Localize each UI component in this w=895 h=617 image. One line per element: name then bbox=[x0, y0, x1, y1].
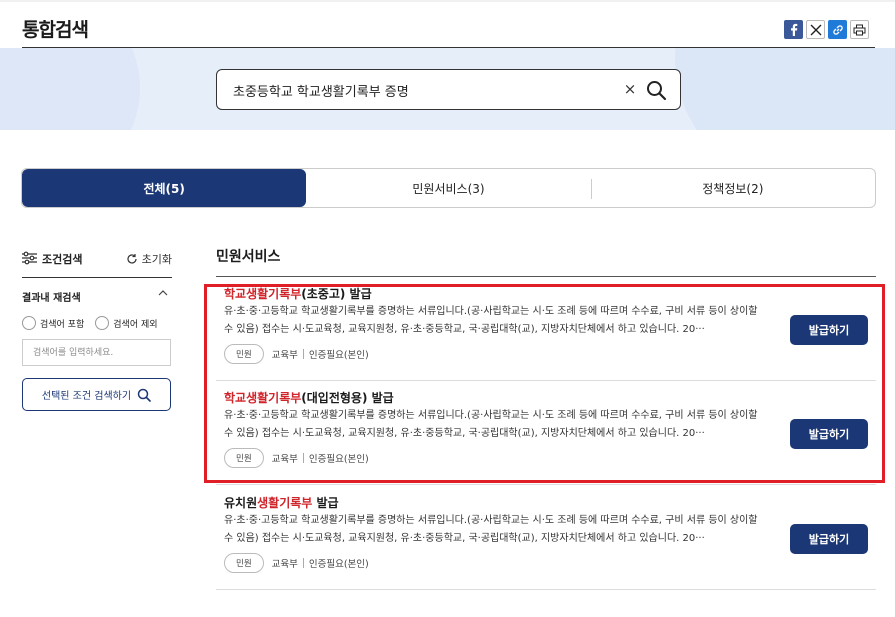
refine-search-input[interactable] bbox=[22, 339, 171, 366]
radio-circle[interactable] bbox=[95, 316, 110, 330]
result-tabs: 전체(5) 민원서비스(3) 정책정보(2) bbox=[21, 168, 876, 208]
result-auth: 인증필요(본인) bbox=[308, 350, 369, 361]
result-org: 교육부 bbox=[271, 559, 298, 570]
result-title-highlight: 학교생활기록부 bbox=[224, 287, 302, 301]
result-title[interactable]: 학교생활기록부(대입전형용) 발급 bbox=[224, 389, 394, 406]
result-title[interactable]: 유치원생활기록부 발급 bbox=[224, 494, 339, 511]
result-item: 학교생활기록부(대입전형용) 발급 유·초·중·고등학교 학교생활기록부를 증명… bbox=[216, 381, 876, 485]
tab-civil-service[interactable]: 민원서비스(3) bbox=[306, 169, 590, 207]
result-meta: 민원 교육부 인증필요(본인) bbox=[224, 448, 369, 468]
tab-all[interactable]: 전체(5) bbox=[22, 169, 307, 207]
search-icon[interactable] bbox=[645, 79, 667, 101]
chevron-up-icon[interactable] bbox=[158, 288, 168, 298]
radio-include-label: 검색어 포함 bbox=[40, 319, 85, 330]
issue-button[interactable]: 발급하기 bbox=[790, 315, 868, 345]
reset-label: 초기화 bbox=[141, 253, 172, 266]
result-description: 유·초·중·고등학교 학교생활기록부를 증명하는 서류입니다.(공·사립학교는 … bbox=[224, 410, 758, 439]
banner-decoration bbox=[0, 48, 140, 130]
result-item: 학교생활기록부(초중고) 발급 유·초·중·고등학교 학교생활기록부를 증명하는… bbox=[216, 277, 876, 381]
refine-title: 결과내 재검색 bbox=[22, 293, 81, 304]
result-auth: 인증필요(본인) bbox=[308, 559, 369, 570]
result-meta: 민원 교육부 인증필요(본인) bbox=[224, 344, 369, 364]
refine-options: 검색어 포함 검색어 제외 bbox=[22, 316, 158, 330]
print-icon[interactable] bbox=[850, 20, 869, 39]
result-description: 유·초·중·고등학교 학교생활기록부를 증명하는 서류입니다.(공·사립학교는 … bbox=[224, 515, 758, 544]
result-title[interactable]: 학교생활기록부(초중고) 발급 bbox=[224, 285, 372, 302]
refine-header[interactable]: 결과내 재검색 bbox=[22, 289, 172, 304]
meta-separator bbox=[302, 558, 304, 568]
result-meta: 민원 교육부 인증필요(본인) bbox=[224, 553, 369, 573]
radio-include[interactable]: 검색어 포함 bbox=[22, 316, 84, 330]
category-badge: 민원 bbox=[224, 553, 264, 573]
radio-exclude[interactable]: 검색어 제외 bbox=[95, 316, 158, 330]
result-description: 유·초·중·고등학교 학교생활기록부를 증명하는 서류입니다.(공·사립학교는 … bbox=[224, 306, 758, 335]
issue-button[interactable]: 발급하기 bbox=[790, 524, 868, 554]
tab-policy-info[interactable]: 정책정보(2) bbox=[590, 169, 875, 207]
share-toolbar bbox=[784, 20, 869, 39]
banner-decoration bbox=[675, 48, 895, 130]
facebook-icon[interactable] bbox=[784, 20, 803, 39]
category-badge: 민원 bbox=[224, 448, 264, 468]
sliders-icon bbox=[22, 251, 37, 265]
filter-divider bbox=[22, 277, 172, 278]
refresh-icon bbox=[127, 254, 137, 264]
search-input[interactable] bbox=[233, 78, 613, 102]
result-item: 유치원생활기록부 발급 유·초·중·고등학교 학교생활기록부를 증명하는 서류입… bbox=[216, 486, 876, 590]
link-icon[interactable] bbox=[828, 20, 847, 39]
search-box: × bbox=[216, 69, 681, 110]
result-auth: 인증필요(본인) bbox=[308, 454, 369, 465]
result-title-highlight: 생활기록부 bbox=[257, 496, 313, 510]
result-org: 교육부 bbox=[271, 350, 298, 361]
condition-search-button[interactable]: 선택된 조건 검색하기 bbox=[22, 378, 171, 411]
meta-separator bbox=[302, 349, 304, 359]
page-title: 통합검색 bbox=[22, 19, 89, 41]
section-title: 민원서비스 bbox=[216, 249, 281, 265]
issue-button[interactable]: 발급하기 bbox=[790, 419, 868, 449]
reset-button[interactable]: 초기화 bbox=[126, 251, 172, 267]
filter-title: 조건검색 bbox=[42, 253, 83, 266]
result-org: 교육부 bbox=[271, 454, 298, 465]
condition-search-label: 선택된 조건 검색하기 bbox=[41, 391, 132, 402]
meta-separator bbox=[302, 453, 304, 463]
category-badge: 민원 bbox=[224, 344, 264, 364]
clear-icon[interactable]: × bbox=[622, 80, 638, 98]
search-icon bbox=[137, 388, 151, 402]
filter-header: 조건검색 초기화 bbox=[22, 250, 172, 270]
top-divider bbox=[0, 0, 895, 2]
radio-circle[interactable] bbox=[22, 316, 36, 330]
x-icon[interactable] bbox=[806, 20, 825, 39]
radio-exclude-label: 검색어 제외 bbox=[113, 319, 158, 330]
result-title-highlight: 학교생활기록부 bbox=[224, 391, 302, 405]
